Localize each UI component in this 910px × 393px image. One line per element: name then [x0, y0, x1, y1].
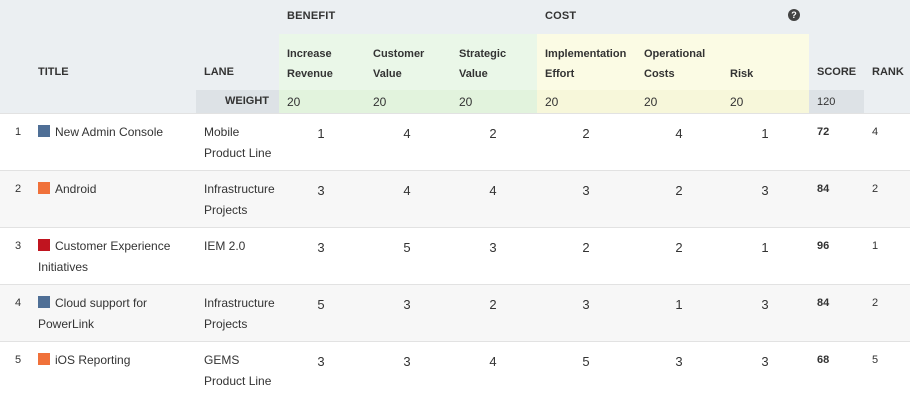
row-title[interactable]: Android: [38, 179, 178, 200]
row-lane: Infrastructure Projects: [204, 296, 275, 331]
score-value[interactable]: 3: [397, 354, 417, 369]
row-index: 5: [15, 354, 22, 366]
row-lane: IEM 2.0: [204, 239, 246, 253]
row-rank: 4: [872, 126, 879, 138]
score-value[interactable]: 2: [669, 240, 689, 255]
score-value[interactable]: 3: [576, 297, 596, 312]
table-row[interactable]: 3 Customer Experience Initiatives IEM 2.…: [0, 227, 910, 284]
criterion-header[interactable]: Implementation Effort: [537, 34, 636, 90]
row-score: 84: [817, 297, 830, 309]
row-lane: Infrastructure Projects: [204, 182, 275, 217]
row-index: 3: [15, 240, 22, 252]
score-value[interactable]: 3: [483, 240, 503, 255]
col-rank-header[interactable]: RANK: [872, 66, 904, 78]
score-value[interactable]: 3: [397, 297, 417, 312]
score-value[interactable]: 2: [576, 126, 596, 141]
row-rank: 2: [872, 183, 879, 195]
weight-input[interactable]: 20: [722, 90, 809, 113]
score-value[interactable]: 3: [755, 297, 775, 312]
score-value[interactable]: 2: [483, 126, 503, 141]
weight-label: WEIGHT: [196, 90, 279, 113]
row-lane: Mobile Product Line: [204, 125, 272, 160]
row-title[interactable]: Cloud support for PowerLink: [38, 293, 178, 335]
criterion-header[interactable]: Customer Value: [365, 34, 451, 90]
criterion-header[interactable]: Operational Costs: [636, 34, 722, 90]
score-value[interactable]: 3: [755, 183, 775, 198]
row-title[interactable]: Customer Experience Initiatives: [38, 236, 178, 278]
total-weight: 120: [809, 90, 864, 113]
row-index: 4: [15, 297, 22, 309]
col-lane-header[interactable]: LANE: [204, 66, 234, 78]
score-value[interactable]: 1: [755, 240, 775, 255]
table-row[interactable]: 5 iOS Reporting GEMS Product Line 3 3 4 …: [0, 341, 910, 393]
score-value[interactable]: 4: [397, 126, 417, 141]
score-value[interactable]: 4: [483, 183, 503, 198]
help-icon[interactable]: ?: [788, 9, 800, 21]
score-value[interactable]: 3: [311, 354, 331, 369]
weight-input[interactable]: 20: [365, 90, 451, 113]
row-rank: 2: [872, 297, 879, 309]
table-row[interactable]: 4 Cloud support for PowerLink Infrastruc…: [0, 284, 910, 341]
benefit-group-label: BENEFIT: [287, 10, 336, 22]
weight-input[interactable]: 20: [537, 90, 636, 113]
row-index: 2: [15, 183, 22, 195]
score-value[interactable]: 1: [669, 297, 689, 312]
table-row[interactable]: 1 New Admin Console Mobile Product Line …: [0, 113, 910, 170]
score-value[interactable]: 2: [669, 183, 689, 198]
score-value[interactable]: 2: [483, 297, 503, 312]
row-title[interactable]: iOS Reporting: [38, 350, 178, 371]
score-value[interactable]: 5: [311, 297, 331, 312]
score-value[interactable]: 3: [311, 240, 331, 255]
col-title-header[interactable]: TITLE: [38, 66, 69, 78]
row-index: 1: [15, 126, 22, 138]
row-rank: 5: [872, 354, 879, 366]
score-value[interactable]: 4: [397, 183, 417, 198]
row-score: 96: [817, 240, 830, 252]
score-value[interactable]: 2: [576, 240, 596, 255]
score-value[interactable]: 5: [576, 354, 596, 369]
weight-input[interactable]: 20: [451, 90, 537, 113]
score-value[interactable]: 4: [483, 354, 503, 369]
row-score: 72: [817, 126, 830, 138]
criterion-header[interactable]: Strategic Value: [451, 34, 537, 90]
score-value[interactable]: 5: [397, 240, 417, 255]
criterion-header[interactable]: Increase Revenue: [279, 34, 365, 90]
criterion-header[interactable]: Risk: [722, 34, 809, 90]
score-value[interactable]: 3: [576, 183, 596, 198]
cost-group-label: COST: [545, 10, 577, 22]
row-score: 84: [817, 183, 830, 195]
score-value[interactable]: 1: [311, 126, 331, 141]
row-title[interactable]: New Admin Console: [38, 122, 178, 143]
score-value[interactable]: 1: [755, 126, 775, 141]
weight-input[interactable]: 20: [279, 90, 365, 113]
row-lane: GEMS Product Line: [204, 353, 272, 388]
row-score: 68: [817, 354, 830, 366]
col-score-header[interactable]: SCORE: [817, 66, 856, 78]
score-value[interactable]: 3: [311, 183, 331, 198]
row-rank: 1: [872, 240, 879, 252]
weight-input[interactable]: 20: [636, 90, 722, 113]
score-value[interactable]: 3: [669, 354, 689, 369]
score-value[interactable]: 4: [669, 126, 689, 141]
table-row[interactable]: 2 Android Infrastructure Projects 3 4 4 …: [0, 170, 910, 227]
score-value[interactable]: 3: [755, 354, 775, 369]
